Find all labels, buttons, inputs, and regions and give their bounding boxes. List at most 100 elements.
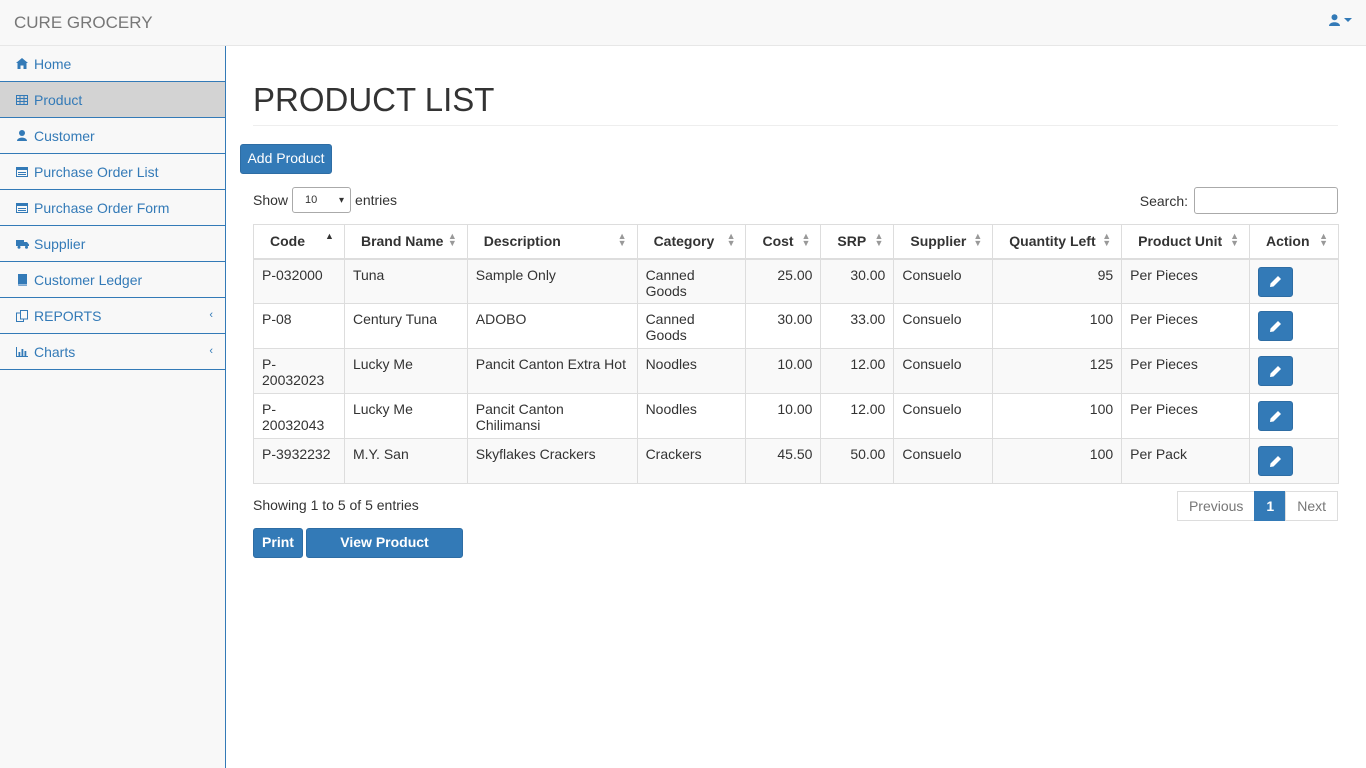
sidebar-item-home[interactable]: Home — [0, 46, 225, 82]
column-header-product-unit[interactable]: Product Unit ▲ ▼ — [1121, 224, 1250, 260]
table-cell: P-032000 — [253, 258, 345, 304]
table-cell: 95 — [992, 258, 1123, 304]
sidebar-item-label: Home — [34, 55, 72, 72]
top-navbar: CURE GROCERY — [0, 0, 1366, 46]
sort-icon: ▲ ▼ — [801, 231, 811, 248]
sidebar-item-reports[interactable]: REPORTS ‹ — [0, 298, 225, 334]
column-header-label: Quantity Left — [1009, 233, 1096, 250]
column-header-label: Brand Name — [360, 233, 444, 250]
column-header-brand-name[interactable]: Brand Name ▲ ▼ — [343, 224, 468, 260]
sidebar-item-label: REPORTS — [34, 307, 102, 324]
table-cell: P-3932232 — [253, 438, 345, 484]
column-header-description[interactable]: Description ▲ ▼ — [466, 224, 638, 260]
table-cell: Sample Only — [466, 258, 638, 304]
entries-select[interactable]: 10 ▾ — [292, 187, 352, 213]
previous-page-button[interactable]: Previous — [1176, 491, 1256, 521]
next-page-button[interactable]: Next — [1285, 491, 1338, 521]
table-cell: Per Pieces — [1121, 258, 1250, 304]
table-cell: Crackers — [636, 438, 747, 484]
files-icon — [15, 309, 29, 322]
column-header-label: SRP — [837, 233, 867, 250]
table-row: P-032000 Tuna Sample Only Canned Goods 25.00… — [253, 258, 1340, 304]
sidebar-item-customer[interactable]: Customer — [0, 118, 225, 154]
edit-button[interactable] — [1257, 446, 1293, 476]
table-info: Showing 1 to 5 of 5 entries — [253, 497, 419, 513]
table-cell: 30.00 — [820, 258, 895, 304]
sidebar-item-purchase-order-list[interactable]: Purchase Order List — [0, 154, 225, 190]
sidebar-item-customer-ledger[interactable]: Customer Ledger — [0, 262, 225, 298]
list-icon — [15, 202, 29, 213]
sidebar-item-product[interactable]: Product — [0, 82, 225, 118]
table-cell: Tuna — [343, 258, 468, 304]
column-header-srp[interactable]: SRP ▲ ▼ — [820, 224, 895, 260]
table-body: P-032000 Tuna Sample Only Canned Goods 25.00… — [253, 258, 1340, 484]
truck-icon — [15, 239, 29, 249]
sort-icon: ▲ ▼ — [1319, 231, 1328, 248]
entries-select-value: 10 — [305, 194, 318, 206]
print-button[interactable]: Print — [253, 528, 303, 558]
column-header-category[interactable]: Category ▲ ▼ — [636, 224, 747, 260]
table-cell: Consuelo — [893, 393, 994, 439]
edit-button[interactable] — [1257, 311, 1293, 341]
column-header-supplier[interactable]: Supplier ▲ ▼ — [893, 224, 994, 260]
edit-button[interactable] — [1257, 401, 1293, 431]
column-header-label: Code — [270, 233, 305, 250]
column-header-action[interactable]: Action ▲ ▼ — [1248, 224, 1340, 260]
sidebar-item-purchase-order-form[interactable]: Purchase Order Form — [0, 190, 225, 226]
column-header-cost[interactable]: Cost ▲ ▼ — [745, 224, 822, 260]
table-cell: 10.00 — [745, 393, 822, 439]
view-product-expiration-button[interactable]: View Product Expiration — [306, 528, 463, 576]
table-cell-action — [1248, 438, 1340, 484]
sidebar-item-charts[interactable]: Charts ‹ — [0, 334, 225, 370]
table-cell: Century Tuna — [343, 303, 468, 349]
pencil-icon — [1269, 276, 1281, 287]
pencil-icon — [1269, 365, 1281, 377]
edit-button[interactable] — [1257, 266, 1293, 297]
table-cell: Lucky Me — [343, 393, 468, 439]
table-cell: Consuelo — [893, 348, 994, 394]
column-header-quantity-left[interactable]: Quantity Left ▲ ▼ — [992, 224, 1123, 260]
table-cell: P-20032023 — [253, 348, 345, 394]
table-cell: ADOBO — [466, 303, 638, 349]
table-cell: 50.00 — [820, 438, 895, 484]
chevron-left-icon: ‹ — [209, 345, 213, 357]
column-header-label: Product Unit — [1138, 233, 1223, 250]
sidebar-item-label: Customer — [34, 127, 95, 144]
entries-length-control: Show 10 ▾ entries — [253, 187, 397, 213]
table-cell: Pancit Canton Extra Hot — [466, 348, 638, 394]
pencil-icon — [1269, 320, 1281, 332]
pencil-icon — [1269, 410, 1281, 422]
bar-chart-icon — [15, 346, 29, 357]
table-cell: M.Y. San — [343, 438, 468, 484]
edit-button[interactable] — [1257, 356, 1293, 386]
table-cell: 10.00 — [745, 348, 822, 394]
page-1-button[interactable]: 1 — [1254, 491, 1287, 521]
sort-icon: ▲ ▼ — [447, 231, 457, 248]
table-cell: 100 — [992, 393, 1123, 439]
home-icon — [15, 58, 29, 69]
list-icon — [15, 166, 29, 177]
column-header-label: Category — [653, 233, 715, 250]
table-cell: Consuelo — [893, 303, 994, 349]
table-cell: 33.00 — [820, 303, 895, 349]
table-cell: 12.00 — [820, 348, 895, 394]
table-search: Search: — [1140, 187, 1338, 214]
table-cell: Per Pieces — [1121, 303, 1250, 349]
chevron-left-icon: ‹ — [209, 309, 213, 321]
table-row: P-3932232 M.Y. San Skyflakes Crackers Crack… — [253, 438, 1340, 484]
table-cell: Canned Goods — [636, 258, 747, 304]
table-cell: 100 — [992, 438, 1123, 484]
app-brand[interactable]: CURE GROCERY — [14, 13, 153, 33]
sidebar-item-supplier[interactable]: Supplier — [0, 226, 225, 262]
table-row: P-20032023 Lucky Me Pancit Canton Extra Ho… — [253, 348, 1340, 394]
table-cell: Canned Goods — [636, 303, 747, 349]
search-input[interactable] — [1194, 187, 1338, 214]
table-cell: Per Pieces — [1121, 348, 1250, 394]
table-row: P-20032043 Lucky Me Pancit Canton Chiliman… — [253, 393, 1340, 439]
add-product-button[interactable]: Add Product — [240, 144, 332, 174]
user-menu[interactable] — [1329, 14, 1352, 26]
chevron-down-icon: ▾ — [339, 195, 345, 206]
table-cell-action — [1248, 348, 1340, 394]
column-header-code[interactable]: Code ▲ — [253, 224, 345, 260]
table-cell: Pancit Canton Chilimansi — [466, 393, 638, 439]
